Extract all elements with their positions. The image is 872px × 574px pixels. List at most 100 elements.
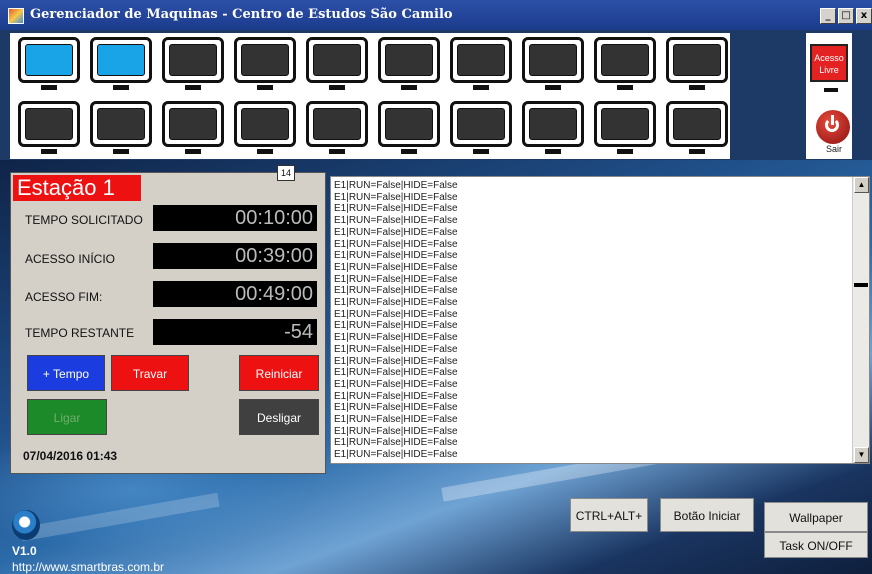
acesso-stand: [824, 88, 838, 92]
desligar-button[interactable]: Desligar: [239, 399, 319, 435]
title-bar: Gerenciador de Maquinas - Centro de Estu…: [0, 0, 872, 30]
log-list[interactable]: E1|RUN=False|HIDE=False E1|RUN=False|HIDE…: [330, 176, 870, 464]
acesso-fim-label: ACESSO FIM:: [25, 290, 103, 304]
monitor-station-3[interactable]: [162, 37, 224, 90]
monitor-stand: [401, 149, 417, 154]
log-line: E1|RUN=False|HIDE=False: [334, 390, 458, 402]
monitor-stand: [113, 85, 129, 90]
monitor-station-15[interactable]: [306, 101, 368, 154]
monitor-station-19[interactable]: [594, 101, 656, 154]
monitor-station-16[interactable]: [378, 101, 440, 154]
monitor-station-17[interactable]: [450, 101, 512, 154]
log-line: E1|RUN=False|HIDE=False: [334, 449, 458, 461]
monitor-station-13[interactable]: [162, 101, 224, 154]
log-line: E1|RUN=False|HIDE=False: [334, 297, 458, 309]
monitor-station-12[interactable]: [90, 101, 152, 154]
monitor-screen: [529, 44, 577, 76]
monitor-stand: [41, 149, 57, 154]
monitor-station-11[interactable]: [18, 101, 80, 154]
monitor-screen: [385, 108, 433, 140]
monitor-station-18[interactable]: [522, 101, 584, 154]
tempo-solicitado-value: 00:10:00: [153, 205, 317, 231]
log-lines: E1|RUN=False|HIDE=False E1|RUN=False|HIDE…: [334, 180, 458, 461]
monitor-station-20[interactable]: [666, 101, 728, 154]
sair-button[interactable]: [816, 110, 850, 144]
monitor-screen: [457, 44, 505, 76]
reiniciar-button[interactable]: Reiniciar: [239, 355, 319, 391]
monitor-screen: [25, 108, 73, 140]
monitor-screen: [673, 108, 721, 140]
tempo-restante-label: TEMPO RESTANTE: [25, 326, 135, 340]
monitor-station-14[interactable]: [234, 101, 296, 154]
monitor-stand: [473, 149, 489, 154]
monitor-screen: [25, 44, 73, 76]
sair-label: Sair: [826, 144, 843, 154]
scroll-down-icon[interactable]: ▼: [854, 447, 869, 463]
monitor-stand: [185, 85, 201, 90]
monitor-screen: [241, 108, 289, 140]
monitor-screen: [313, 108, 361, 140]
log-line: E1|RUN=False|HIDE=False: [334, 250, 458, 262]
acesso-fim-value: 00:49:00: [153, 281, 317, 307]
monitor-stand: [689, 85, 705, 90]
log-line: E1|RUN=False|HIDE=False: [334, 308, 458, 320]
monitor-stand: [185, 149, 201, 154]
main-window: Gerenciador de Maquinas - Centro de Estu…: [0, 0, 872, 574]
monitor-station-4[interactable]: [234, 37, 296, 90]
ligar-button[interactable]: Ligar: [27, 399, 107, 435]
mais-tempo-button[interactable]: + Tempo: [27, 355, 105, 391]
monitor-station-8[interactable]: [522, 37, 584, 90]
monitor-station-9[interactable]: [594, 37, 656, 90]
monitor-screen: [601, 108, 649, 140]
travar-button[interactable]: Travar: [111, 355, 189, 391]
monitor-station-2[interactable]: [90, 37, 152, 90]
monitor-station-6[interactable]: [378, 37, 440, 90]
log-line: E1|RUN=False|HIDE=False: [334, 425, 458, 437]
log-line: E1|RUN=False|HIDE=False: [334, 355, 458, 367]
log-line: E1|RUN=False|HIDE=False: [334, 180, 458, 191]
monitor-stand: [401, 85, 417, 90]
monitor-stand: [113, 149, 129, 154]
tempo-restante-value: -54: [153, 319, 317, 345]
acesso-livre-button[interactable]: Acesso Livre: [810, 44, 848, 82]
smartbras-logo: [12, 510, 40, 540]
monitor-screen: [241, 44, 289, 76]
monitor-screen: [529, 108, 577, 140]
log-line: E1|RUN=False|HIDE=False: [334, 273, 458, 285]
acesso-inicio-label: ACESSO INÍCIO: [25, 252, 116, 266]
monitor-station-5[interactable]: [306, 37, 368, 90]
website-link[interactable]: http://www.smartbras.com.br: [12, 560, 164, 574]
monitor-stand: [473, 85, 489, 90]
scroll-up-icon[interactable]: ▲: [854, 177, 869, 193]
power-icon-bar: [831, 115, 834, 125]
monitor-station-10[interactable]: [666, 37, 728, 90]
monitor-stand: [689, 149, 705, 154]
minimize-button[interactable]: _: [820, 8, 836, 24]
acesso-livre-label: Acesso Livre: [814, 53, 844, 75]
close-button[interactable]: x: [856, 8, 872, 24]
monitor-station-7[interactable]: [450, 37, 512, 90]
monitor-screen: [385, 44, 433, 76]
log-scrollbar[interactable]: ▲ ▼: [852, 177, 869, 463]
maximize-button[interactable]: □: [838, 8, 854, 24]
monitor-screen: [169, 44, 217, 76]
monitor-stand: [545, 85, 561, 90]
acesso-inicio-value: 00:39:00: [153, 243, 317, 269]
monitor-screen: [313, 44, 361, 76]
botao-iniciar-button[interactable]: Botão Iniciar: [660, 498, 754, 532]
window-controls: _ □ x: [820, 8, 872, 24]
log-line: E1|RUN=False|HIDE=False: [334, 203, 458, 215]
app-icon: [8, 8, 24, 24]
log-line: E1|RUN=False|HIDE=False: [334, 378, 458, 390]
scroll-thumb[interactable]: [854, 283, 868, 287]
station-counter: 14: [277, 165, 295, 181]
task-onoff-button[interactable]: Task ON/OFF: [764, 532, 868, 558]
monitor-station-1[interactable]: [18, 37, 80, 90]
ctrl-alt-button[interactable]: CTRL+ALT+: [570, 498, 648, 532]
log-line: E1|RUN=False|HIDE=False: [334, 226, 458, 238]
log-line: E1|RUN=False|HIDE=False: [334, 285, 458, 297]
wallpaper-button[interactable]: Wallpaper: [764, 502, 868, 532]
log-line: E1|RUN=False|HIDE=False: [334, 261, 458, 273]
monitor-screen: [673, 44, 721, 76]
monitor-panel: [10, 33, 730, 159]
